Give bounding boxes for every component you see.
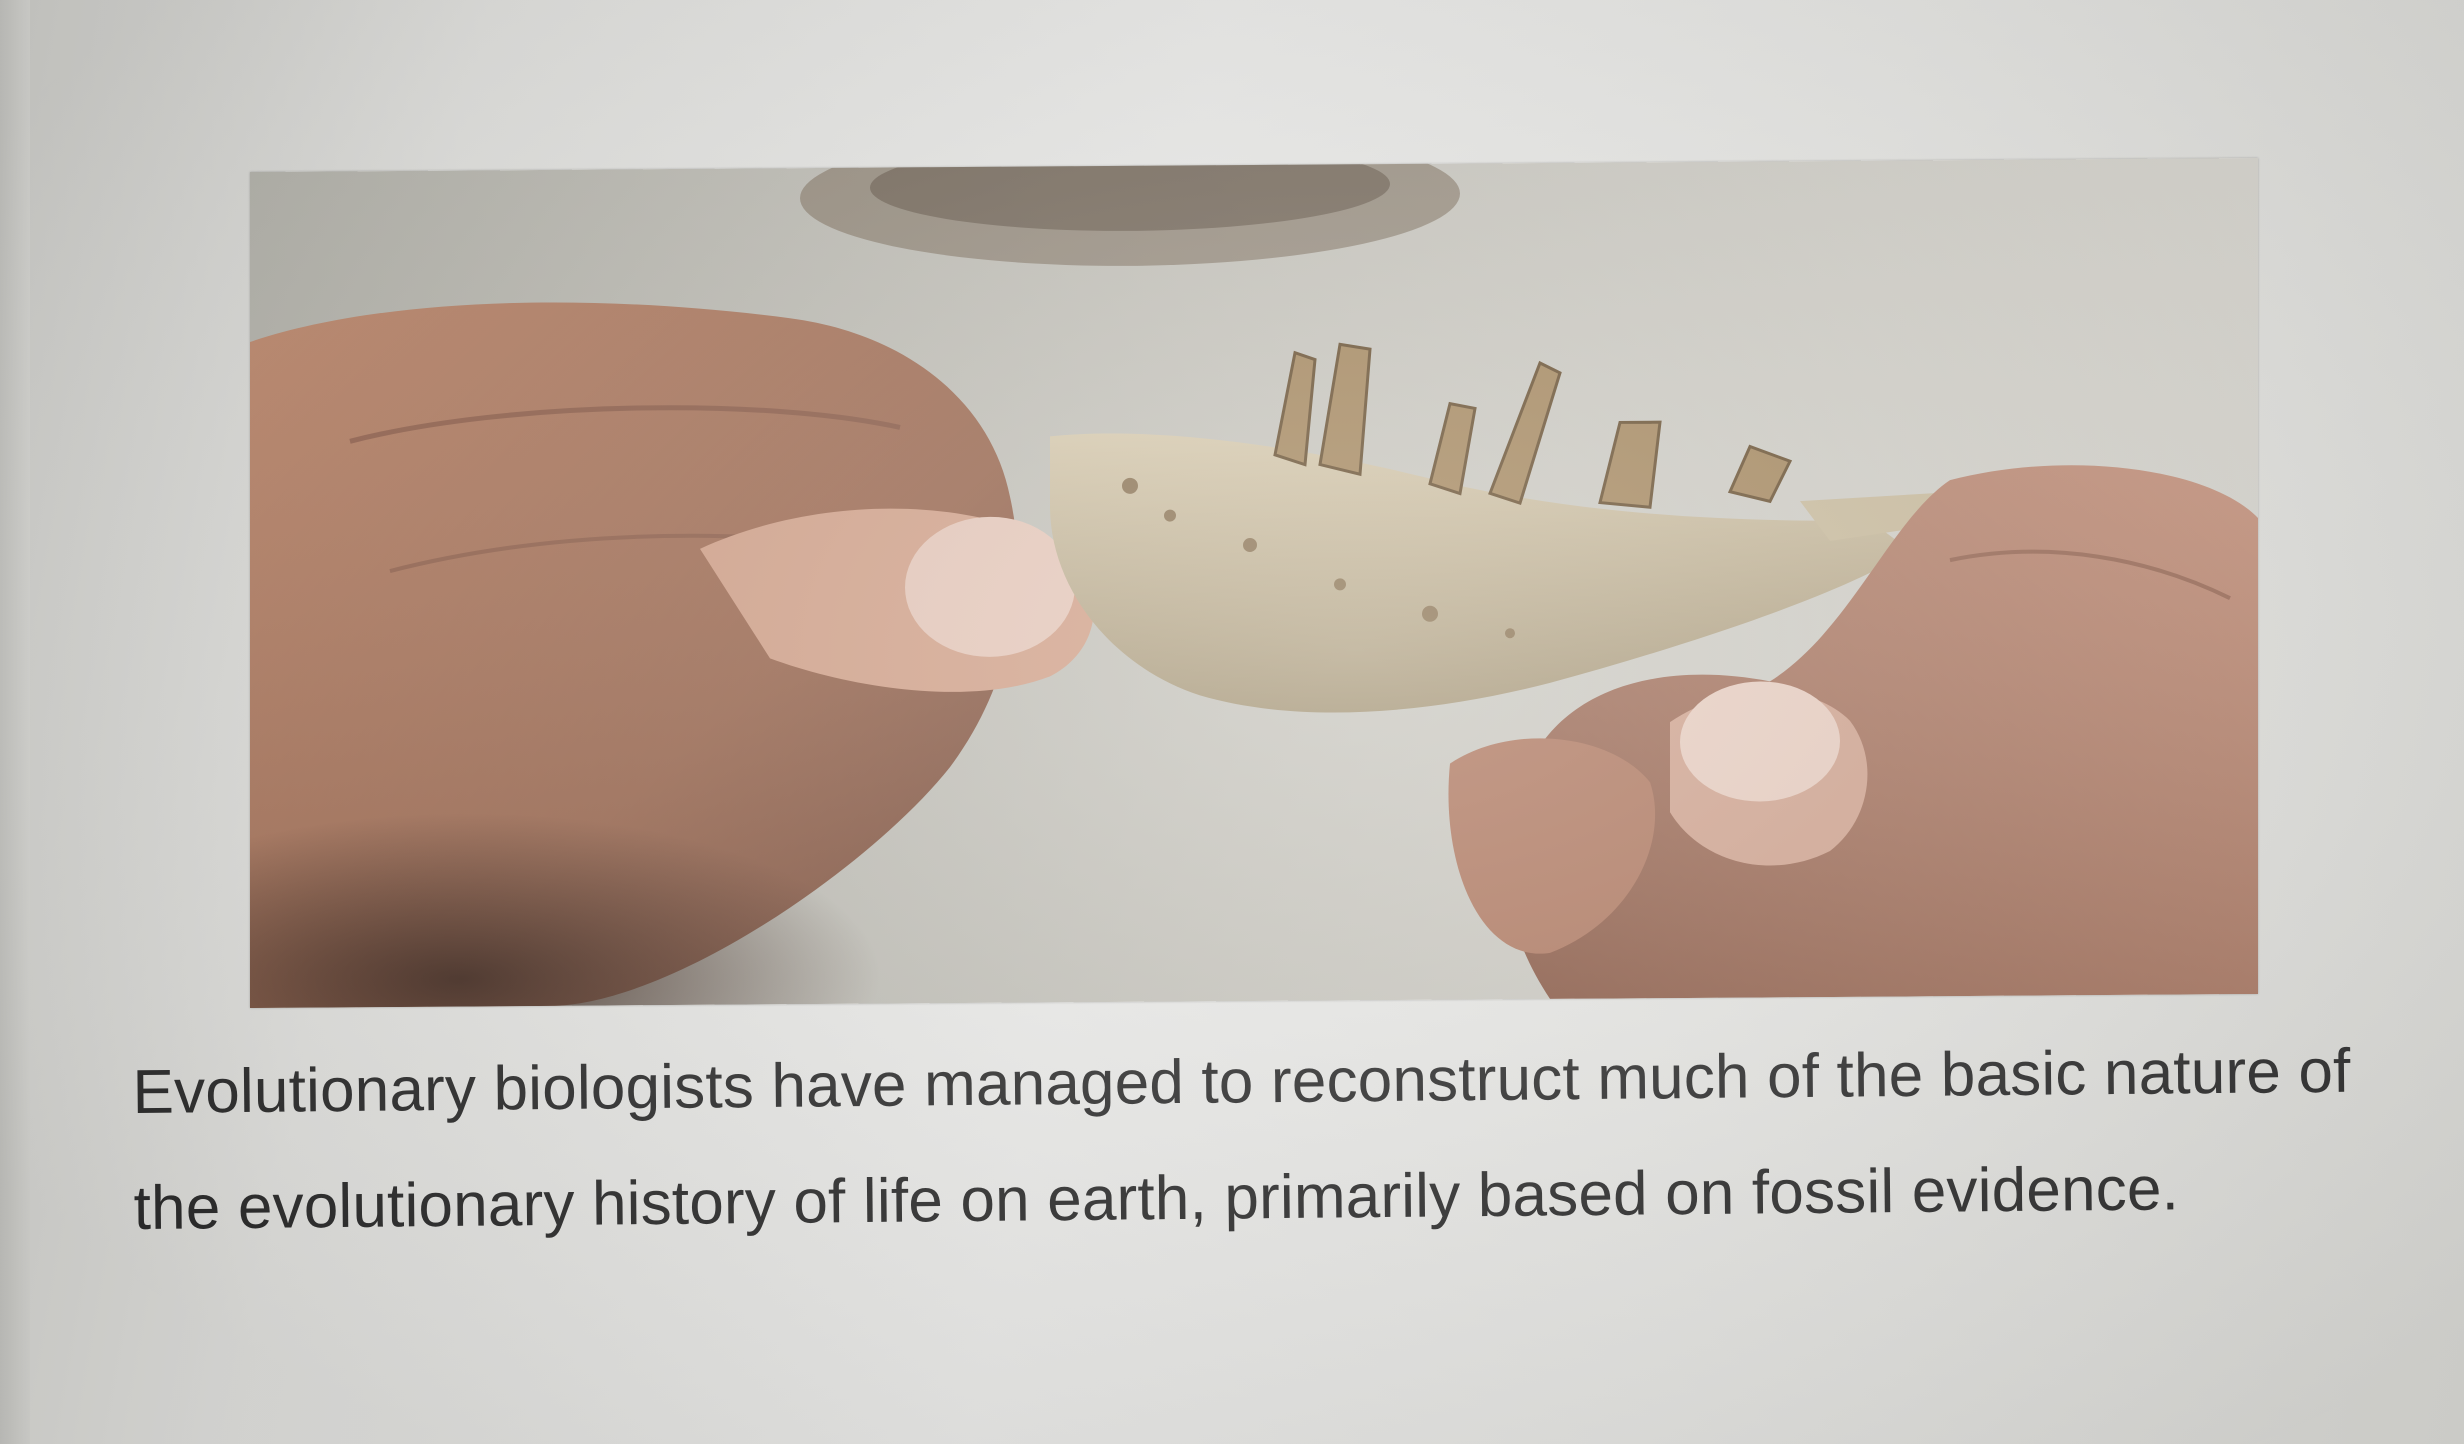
monitor-bezel-edge [0, 0, 30, 1444]
fossil-photo [250, 157, 2258, 1008]
figure-caption: Evolutionary biologists have managed to … [132, 1036, 2351, 1243]
screen-photo: Evolutionary biologists have managed to … [0, 0, 2464, 1444]
fossil-jawbone-image [250, 157, 2258, 1008]
